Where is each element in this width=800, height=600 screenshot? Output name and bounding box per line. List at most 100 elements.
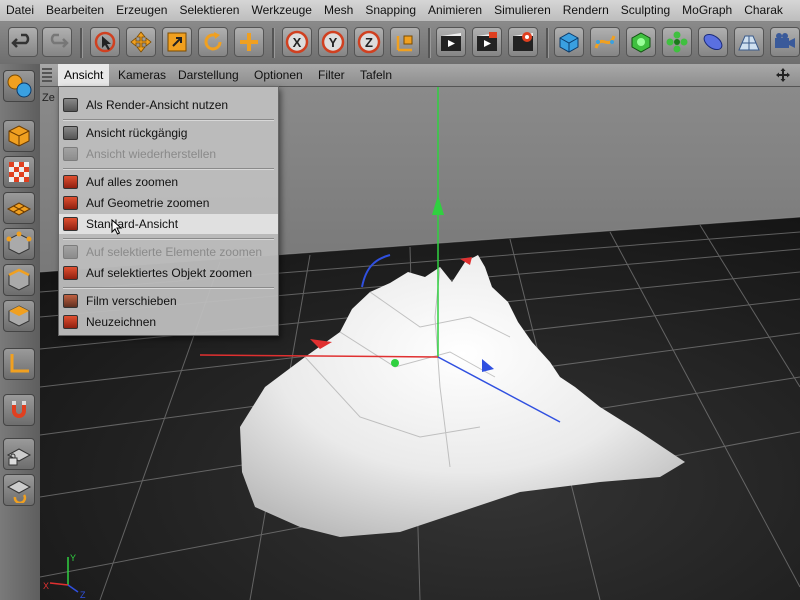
y-axis-icon: Y [321,30,345,54]
undo-button[interactable] [8,27,38,57]
menu-item-neuzeichnen[interactable]: Neuzeichnen [59,312,278,332]
mode-object-button[interactable] [3,120,35,152]
model-mode-icon [7,74,32,98]
viewmenu-optionen[interactable]: Optionen [248,64,309,86]
render-view-icon [441,33,461,51]
zoom-geometry-icon [63,196,78,210]
menu-separator [63,238,274,240]
menu-bearbeiten[interactable]: Bearbeiten [40,0,110,21]
move-button[interactable] [126,27,156,57]
menu-sculpting[interactable]: Sculpting [615,0,676,21]
edges-mode-icon [8,268,30,291]
move-view-icon[interactable] [776,68,790,82]
deformer-icon [703,33,723,51]
mode-points-button[interactable] [3,228,35,260]
menu-separator [63,119,274,121]
add-tool-button[interactable] [234,27,264,57]
z-axis-button[interactable]: Z [354,27,384,57]
move-icon [130,31,152,53]
nurbs-button[interactable] [626,27,656,57]
viewmenu-darstellung[interactable]: Darstellung [172,64,245,86]
redo-button[interactable] [42,27,72,57]
add-icon [240,33,258,51]
spline-button[interactable] [590,27,620,57]
menu-erzeugen[interactable]: Erzeugen [110,0,173,21]
menu-snapping[interactable]: Snapping [359,0,422,21]
live-selection-icon [94,31,116,53]
viewport-name-label: Ze [42,92,55,104]
mode-model-button[interactable] [3,70,35,102]
menu-item-selektiertes-objekt-zoomen[interactable]: Auf selektiertes Objekt zoomen [59,263,278,283]
left-mode-toolbar [0,64,41,600]
z-axis-label: Z [365,35,373,50]
menu-item-auf-geometrie-zoomen[interactable]: Auf Geometrie zoomen [59,193,278,213]
render-picture-viewer-icon [477,32,497,51]
main-menubar: Datei Bearbeiten Erzeugen Selektieren Werkze… [0,0,800,22]
viewmenu-kameras[interactable]: Kameras [112,64,172,86]
coordinate-system-button[interactable] [390,27,420,57]
menu-mesh[interactable]: Mesh [318,0,359,21]
menu-item-als-render-ansicht[interactable]: Als Render-Ansicht nutzen [59,95,278,115]
mode-texture-button[interactable] [3,156,35,188]
y-axis-button[interactable]: Y [318,27,348,57]
menu-item-selektierte-elemente-zoomen: Auf selektierte Elemente zoomen [59,242,278,262]
menu-selektieren[interactable]: Selektieren [173,0,245,21]
redo-icon [50,33,69,48]
menu-item-film-verschieben[interactable]: Film verschieben [59,291,278,311]
menu-simulieren[interactable]: Simulieren [488,0,557,21]
lock-workplane-button[interactable] [3,438,35,470]
mode-polygons-button[interactable] [3,300,35,332]
camera-button[interactable] [770,27,800,57]
menu-separator [63,168,274,170]
mode-workplane-button[interactable] [3,192,35,224]
cube-button[interactable] [554,27,584,57]
render-view-button[interactable] [436,27,466,57]
gizmo-x-label: X [43,581,49,591]
x-axis-label: X [293,35,302,50]
floor-button[interactable] [734,27,764,57]
render-settings-button[interactable] [508,27,538,57]
menu-mograph[interactable]: MoGraph [676,0,738,21]
object-mode-icon [8,125,30,147]
axis-mode-button[interactable] [3,348,35,380]
cube-icon [559,32,579,53]
grid-rotate-icon [6,480,32,503]
menu-animieren[interactable]: Animieren [422,0,488,21]
menu-werkzeuge[interactable]: Werkzeuge [245,0,317,21]
x-axis-icon: X [285,30,309,54]
array-button[interactable] [662,27,692,57]
viewmenu-filter[interactable]: Filter [312,64,351,86]
redraw-icon [63,315,78,329]
zoom-selected-object-icon [63,266,78,280]
menu-charakter[interactable]: Charak [738,0,789,21]
z-axis-icon: Z [357,30,381,54]
x-axis-button[interactable]: X [282,27,312,57]
viewmenu-tafeln[interactable]: Tafeln [354,64,398,86]
mode-edges-button[interactable] [3,264,35,296]
menu-datei[interactable]: Datei [0,0,40,21]
rotate-workplane-button[interactable] [3,474,35,506]
live-selection-button[interactable] [90,27,120,57]
scale-button[interactable] [162,27,192,57]
menu-rendern[interactable]: Rendern [557,0,615,21]
spline-icon [594,35,616,49]
snap-button[interactable] [3,394,35,426]
scale-icon [167,32,187,52]
toolbar-separator [546,28,549,58]
rotate-icon [204,32,222,51]
menu-item-auf-alles-zoomen[interactable]: Auf alles zoomen [59,172,278,192]
deformer-button[interactable] [698,27,728,57]
menu-item-standard-ansicht[interactable]: Standard-Ansicht [59,214,278,235]
rotate-button[interactable] [198,27,228,57]
y-axis-label: Y [329,35,338,50]
undo-icon [11,33,30,48]
lock-grid-icon [6,448,32,466]
toolbar-separator [428,28,431,58]
ansicht-dropdown-menu: Als Render-Ansicht nutzen Ansicht rückgä… [58,86,279,336]
texture-mode-icon [9,162,29,182]
render-picture-viewer-button[interactable] [472,27,502,57]
viewmenu-ansicht[interactable]: Ansicht [58,64,110,86]
menu-item-ansicht-rueckgaengig[interactable]: Ansicht rückgängig [59,123,278,143]
menu-separator [63,287,274,289]
toolbar-separator [80,28,83,58]
